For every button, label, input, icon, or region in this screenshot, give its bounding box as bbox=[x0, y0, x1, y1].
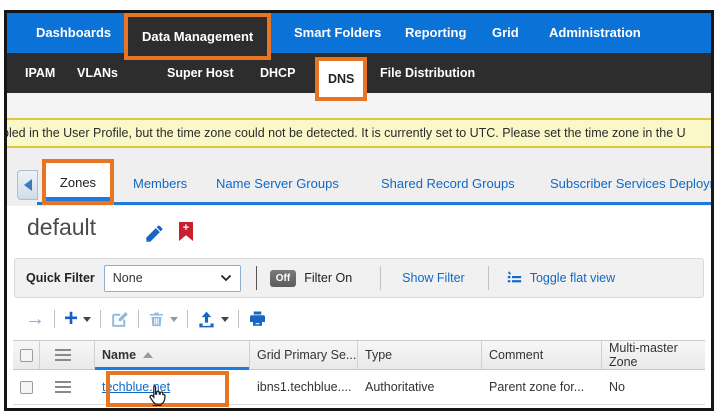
row-hamburger-menu-icon[interactable] bbox=[55, 381, 71, 393]
subnav-ipam[interactable]: IPAM bbox=[25, 53, 55, 93]
row-checkbox[interactable] bbox=[20, 381, 33, 394]
tab-zones-label: Zones bbox=[60, 175, 96, 190]
delete-menu-caret-icon[interactable] bbox=[170, 317, 178, 322]
filter-on-label: Filter On bbox=[304, 271, 352, 285]
divider bbox=[187, 310, 188, 328]
print-icon[interactable] bbox=[248, 310, 267, 328]
cell-multi-master-zone: No bbox=[602, 380, 705, 394]
subnav-file-distribution[interactable]: File Distribution bbox=[380, 53, 475, 93]
hamburger-menu-icon[interactable] bbox=[55, 349, 71, 361]
main-nav: Dashboards Smart Folders Reporting Grid … bbox=[7, 13, 711, 53]
tab-strip-underline bbox=[37, 202, 711, 205]
divider bbox=[488, 266, 489, 290]
tab-subscriber-services-deployment[interactable]: Subscriber Services Deploym bbox=[550, 176, 714, 191]
active-tab-indicator bbox=[46, 197, 110, 201]
chevron-down-icon bbox=[220, 274, 232, 282]
toggle-flat-view-label[interactable]: Toggle flat view bbox=[530, 271, 615, 285]
divider bbox=[100, 310, 101, 328]
show-filter-link[interactable]: Show Filter bbox=[402, 271, 465, 285]
timezone-warning-banner: bled in the User Profile, but the time z… bbox=[7, 118, 711, 148]
import-menu-caret-icon[interactable] bbox=[221, 317, 229, 322]
divider bbox=[256, 266, 257, 290]
timezone-warning-text: bled in the User Profile, but the time z… bbox=[7, 126, 686, 140]
sorted-column-indicator bbox=[95, 367, 249, 370]
divider bbox=[238, 310, 239, 328]
bookmark-plus-glyph: + bbox=[179, 222, 193, 235]
divider bbox=[54, 310, 55, 328]
select-all-checkbox[interactable] bbox=[20, 349, 33, 362]
row-menu-cell bbox=[40, 381, 95, 393]
page-title: default bbox=[27, 214, 96, 241]
tab-shared-record-groups[interactable]: Shared Record Groups bbox=[381, 176, 515, 191]
zones-table: Name Grid Primary Se... Type Comment Mul… bbox=[13, 340, 705, 405]
delete-trash-icon[interactable] bbox=[148, 310, 165, 328]
table-row: techblue.net ibns1.techblue.... Authorit… bbox=[13, 370, 705, 405]
cell-grid-primary: ibns1.techblue.... bbox=[250, 380, 358, 394]
divider bbox=[380, 266, 381, 290]
sort-ascending-icon bbox=[143, 352, 153, 358]
edit-view-icon[interactable] bbox=[143, 223, 165, 245]
add-menu-caret-icon[interactable] bbox=[83, 317, 91, 322]
nav-grid[interactable]: Grid bbox=[492, 13, 519, 53]
tab-zones[interactable]: Zones bbox=[42, 159, 114, 205]
column-header-multi-master-zone[interactable]: Multi-master Zone bbox=[602, 341, 705, 369]
chevron-left-icon bbox=[24, 179, 32, 191]
subnav-dns[interactable]: DNS bbox=[315, 57, 367, 101]
table-header-row: Name Grid Primary Se... Type Comment Mul… bbox=[13, 340, 705, 370]
nav-data-management[interactable]: Data Management bbox=[124, 13, 271, 60]
row-menu-header-cell bbox=[40, 341, 95, 369]
table-toolbar: → + bbox=[25, 303, 267, 335]
nav-dashboards[interactable]: Dashboards bbox=[36, 13, 111, 53]
bookmark-add-icon[interactable]: + bbox=[179, 222, 193, 241]
import-upload-icon[interactable] bbox=[197, 310, 216, 329]
column-header-type[interactable]: Type bbox=[358, 341, 482, 369]
app-window: Dashboards Smart Folders Reporting Grid … bbox=[4, 10, 714, 411]
toggle-flat-view-icon[interactable] bbox=[506, 271, 523, 286]
quick-filter-bar: Quick Filter None Off Filter On Show Fil… bbox=[14, 258, 704, 298]
quick-filter-dropdown[interactable]: None bbox=[104, 265, 241, 292]
divider bbox=[138, 310, 139, 328]
tab-scroll-left-button[interactable] bbox=[17, 170, 38, 200]
zone-link-techblue[interactable]: techblue.net bbox=[102, 380, 170, 394]
row-checkbox-cell bbox=[13, 381, 40, 394]
add-icon[interactable]: + bbox=[64, 308, 78, 330]
nav-reporting[interactable]: Reporting bbox=[405, 13, 466, 53]
nav-smart-folders[interactable]: Smart Folders bbox=[294, 13, 381, 53]
column-header-name-label: Name bbox=[102, 348, 136, 362]
cell-type: Authoritative bbox=[358, 380, 482, 394]
subnav-vlans[interactable]: VLANs bbox=[77, 53, 118, 93]
go-to-arrow-icon[interactable]: → bbox=[25, 309, 45, 329]
column-header-comment[interactable]: Comment bbox=[482, 341, 602, 369]
cell-comment: Parent zone for... bbox=[482, 380, 602, 394]
edit-icon[interactable] bbox=[110, 310, 129, 329]
quick-filter-label: Quick Filter bbox=[26, 271, 95, 285]
select-all-checkbox-cell bbox=[13, 341, 40, 369]
nav-data-management-label: Data Management bbox=[142, 29, 253, 44]
tab-members[interactable]: Members bbox=[133, 176, 187, 191]
nav-administration[interactable]: Administration bbox=[549, 13, 641, 53]
quick-filter-value: None bbox=[113, 271, 143, 285]
column-header-name[interactable]: Name bbox=[95, 341, 250, 369]
tab-name-server-groups[interactable]: Name Server Groups bbox=[216, 176, 339, 191]
subnav-dns-label: DNS bbox=[328, 72, 354, 86]
column-header-grid-primary[interactable]: Grid Primary Se... bbox=[250, 341, 358, 369]
filter-on-off-toggle[interactable]: Off bbox=[270, 270, 296, 287]
